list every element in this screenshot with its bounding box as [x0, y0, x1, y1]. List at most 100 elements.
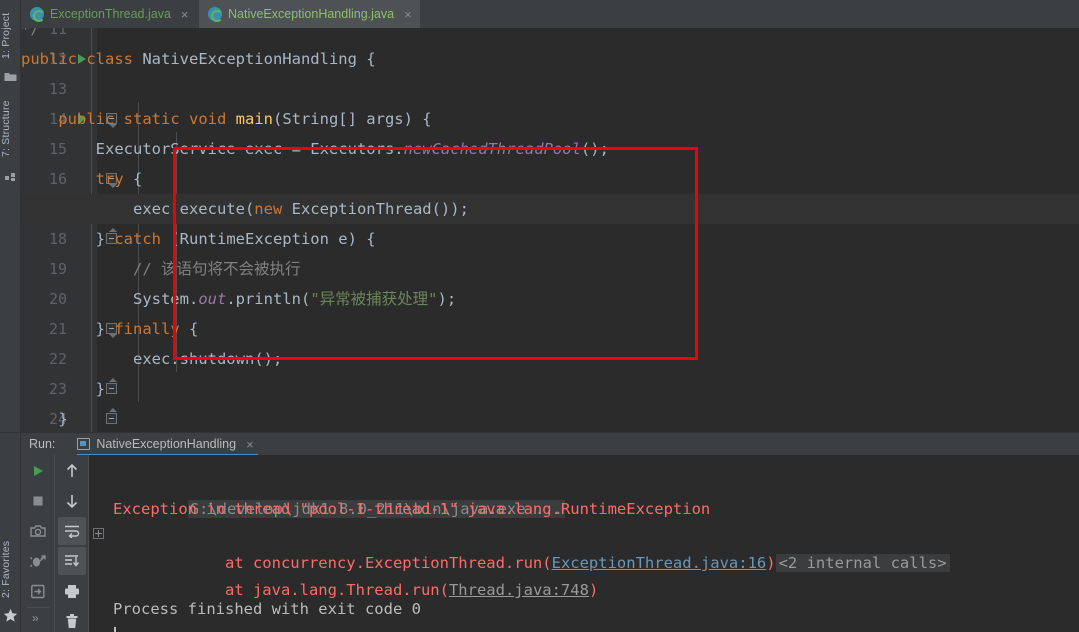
code-token: main	[235, 110, 273, 128]
code-token: (String[] args) {	[272, 110, 432, 128]
code-token: }	[21, 410, 68, 428]
code-token: class	[86, 50, 143, 68]
code-line[interactable]: } finally {	[21, 314, 1079, 344]
editor-tab-bar: ExceptionThread.java × NativeExceptionHa…	[21, 0, 1079, 28]
java-class-icon	[208, 7, 223, 22]
stack-line-suffix: )	[766, 554, 776, 572]
print-button[interactable]	[58, 577, 86, 605]
screenshot-button[interactable]	[24, 517, 52, 545]
code-token: new	[254, 200, 292, 218]
code-token: catch	[114, 230, 171, 248]
run-toolbar-right-column	[55, 455, 89, 632]
code-line[interactable]: ExecutorService exec = Executors.newCach…	[21, 134, 1079, 164]
run-config-icon	[77, 438, 91, 450]
code-token: out	[198, 290, 227, 308]
down-stack-button[interactable]	[58, 487, 86, 515]
more-button[interactable]: »	[32, 611, 39, 625]
sidebar-item-structure[interactable]: 7: Structure	[0, 90, 21, 168]
scroll-to-end-button[interactable]	[58, 547, 86, 575]
code-line[interactable]: try {	[21, 164, 1079, 194]
stack-line-suffix: )	[588, 581, 599, 599]
sidebar-item-favorites[interactable]: 2: Favorites	[0, 530, 21, 608]
code-token: NativeExceptionHandling	[142, 50, 367, 68]
editor-tab-native-exception-handling[interactable]: NativeExceptionHandling.java ×	[199, 0, 420, 28]
editor-tab-label: NativeExceptionHandling.java	[228, 7, 395, 21]
code-editor[interactable]: 11121314151617181920212223242526 */publi…	[21, 28, 1079, 433]
close-icon[interactable]: ×	[181, 8, 189, 21]
code-token: public	[21, 50, 87, 68]
code-token: {	[132, 170, 143, 188]
code-line[interactable]: exec.execute(new ExceptionThread());	[21, 194, 1079, 224]
code-line[interactable]	[21, 74, 1079, 104]
code-line[interactable]: public class NativeExceptionHandling {	[21, 44, 1079, 74]
code-line[interactable]: }	[21, 404, 1079, 433]
close-icon[interactable]: ×	[246, 438, 254, 451]
up-stack-button[interactable]	[58, 457, 86, 485]
editor-tab-exception-thread[interactable]: ExceptionThread.java ×	[21, 0, 197, 28]
soft-wrap-button[interactable]	[58, 517, 86, 545]
console-caret	[114, 627, 116, 632]
run-configuration-tab[interactable]: NativeExceptionHandling ×	[77, 433, 258, 456]
sidebar-item-structure-label: 7: Structure	[0, 100, 12, 158]
left-tool-window-bar: 1: Project 7: Structure 2: Favorites	[0, 0, 21, 632]
rerun-button[interactable]	[24, 457, 52, 485]
code-token: ExceptionThread());	[291, 200, 469, 218]
run-tool-window-header: Run: NativeExceptionHandling ×	[21, 433, 1079, 456]
internal-calls-badge[interactable]: <2 internal calls>	[775, 554, 950, 572]
code-token: exec.execute(	[21, 200, 255, 218]
code-token: void	[188, 110, 236, 128]
run-toolbar: »	[21, 455, 89, 632]
code-line[interactable]: // 该语句将不会被执行	[21, 254, 1079, 284]
structure-icon	[5, 173, 15, 181]
code-token: }	[21, 320, 115, 338]
clear-all-button[interactable]	[58, 607, 86, 632]
close-icon[interactable]: ×	[404, 8, 412, 21]
code-line[interactable]: */	[21, 28, 1079, 44]
stack-link[interactable]: Thread.java:748	[449, 581, 589, 599]
code-token: "异常被捕获处理"	[310, 290, 438, 308]
code-token: // 该语句将不会被执行	[21, 260, 301, 278]
console-exception-header: Exception in thread "pool-1-thread-1" ja…	[113, 500, 711, 518]
code-line[interactable]: public static void main(String[] args) {	[21, 104, 1079, 134]
stop-button[interactable]	[24, 487, 52, 515]
java-class-icon	[30, 7, 45, 22]
code-line[interactable]: }	[21, 374, 1079, 404]
console-output[interactable]: G:\develop\jdk1.8.0_211\bin\java.exe ...…	[89, 455, 1079, 632]
run-toolbar-left-column: »	[21, 455, 55, 632]
sidebar-item-project-label: 1: Project	[0, 12, 12, 60]
code-token: {	[366, 50, 376, 68]
code-token: try	[95, 170, 133, 188]
code-token: .println(	[226, 290, 311, 308]
code-token: finally	[114, 320, 189, 338]
run-window-title: Run:	[29, 437, 56, 451]
code-line[interactable]: exec.shutdown();	[21, 344, 1079, 374]
code-token: System.	[21, 290, 199, 308]
code-token: newCachedThreadPool	[403, 140, 581, 158]
code-token: );	[437, 290, 457, 308]
toolbar-divider	[27, 607, 49, 608]
code-token: exec.shutdown();	[21, 350, 283, 368]
sidebar-item-project[interactable]: 1: Project	[0, 4, 21, 68]
sidebar-item-favorites-label: 2: Favorites	[0, 540, 12, 598]
code-token: public	[58, 110, 124, 128]
run-configuration-tab-label: NativeExceptionHandling	[96, 437, 237, 451]
star-icon	[3, 608, 18, 622]
code-line[interactable]: System.out.println("异常被捕获处理");	[21, 284, 1079, 314]
stack-expander-icon[interactable]	[93, 528, 104, 539]
code-token: */	[21, 28, 40, 38]
dump-threads-button[interactable]	[24, 577, 52, 605]
code-token: static	[123, 110, 189, 128]
code-line[interactable]: } catch (RuntimeException e) {	[21, 224, 1079, 254]
folder-icon	[4, 73, 17, 81]
console-exit-line: Process finished with exit code 0	[113, 600, 421, 618]
code-token: {	[188, 320, 199, 338]
run-tool-window: Run: NativeExceptionHandling × » G:\deve…	[21, 433, 1079, 632]
idea-window: 1: Project 7: Structure 2: Favorites Exc…	[0, 0, 1079, 632]
code-token: }	[21, 380, 105, 398]
editor-tab-label: ExceptionThread.java	[50, 7, 171, 21]
code-token: }	[21, 230, 115, 248]
code-token: ();	[580, 140, 609, 158]
code-token: ExecutorService exec = Executors.	[21, 140, 404, 158]
attach-debugger-button[interactable]	[24, 547, 52, 575]
